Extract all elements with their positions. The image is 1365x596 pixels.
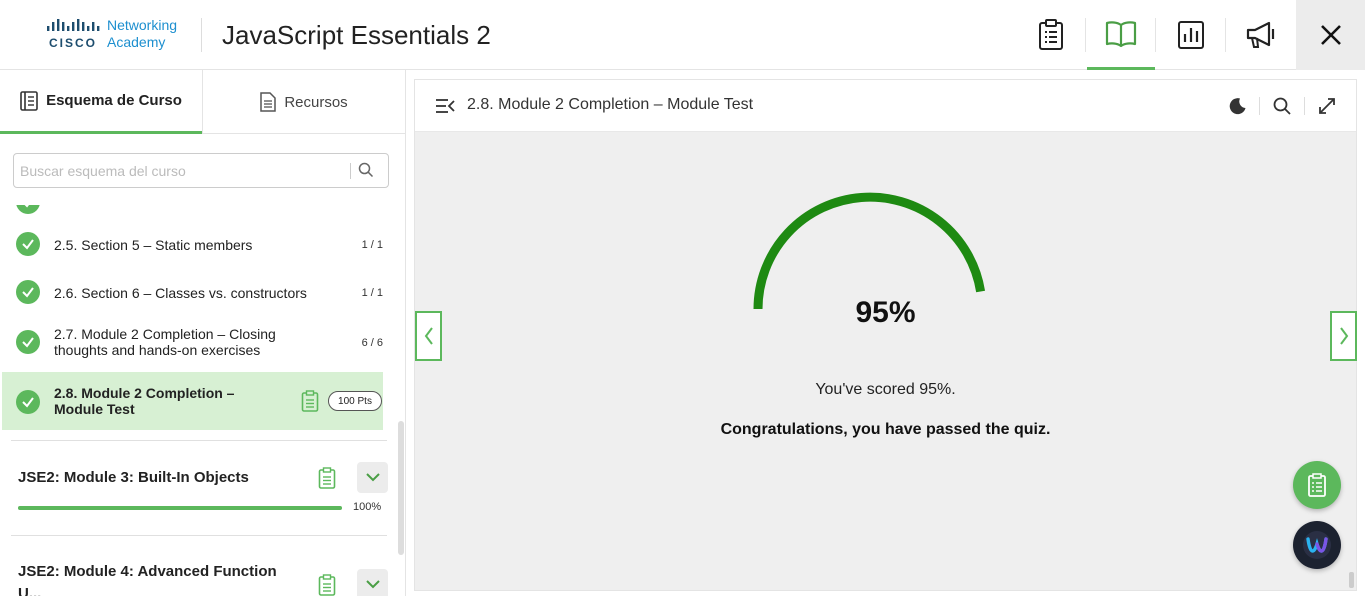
- previous-page-button[interactable]: [415, 311, 442, 361]
- toolbar-separator: [1304, 97, 1305, 115]
- tab-label: Esquema de Curso: [46, 92, 182, 109]
- pass-message: Congratulations, you have passed the qui…: [720, 421, 1051, 438]
- expand-module-button[interactable]: [357, 462, 388, 493]
- module-progress-bar: [18, 506, 342, 510]
- announcements-button[interactable]: [1227, 0, 1295, 70]
- outline-search: [13, 153, 389, 188]
- list-item[interactable]: 2.7. Module 2 Completion – Closing thoug…: [0, 316, 397, 368]
- content-panel: 2.8. Module 2 Completion – Module Test 9…: [414, 79, 1357, 591]
- content-toolbar: 2.8. Module 2 Completion – Module Test: [415, 80, 1356, 132]
- course-book-button[interactable]: [1087, 0, 1155, 70]
- score-message: You've scored 95%.: [815, 381, 956, 398]
- score-value: 95%: [855, 296, 916, 329]
- complete-check-icon: [16, 205, 40, 214]
- networking-academy-logo[interactable]: CISCO Networking Academy: [45, 17, 190, 53]
- clipboard-icon: [1039, 19, 1063, 50]
- course-sidebar: Esquema de Curso Recursos 2.5. Sectio: [0, 70, 406, 596]
- assignments-fab[interactable]: [1293, 461, 1341, 509]
- tab-label: Recursos: [284, 93, 348, 111]
- page-scrollbar[interactable]: [1349, 572, 1354, 588]
- search-input[interactable]: [20, 160, 340, 182]
- moon-icon[interactable]: [1229, 97, 1247, 115]
- item-label: 2.7. Module 2 Completion – Closing thoug…: [54, 326, 276, 358]
- item-label: 2.8. Module 2 Completion – Module Test: [54, 385, 234, 417]
- close-icon: [1320, 25, 1341, 45]
- logo-line2: Academy: [107, 34, 166, 50]
- bar-chart-icon: [1178, 21, 1204, 49]
- clipboard-icon: [1308, 473, 1326, 497]
- search-icon[interactable]: [358, 162, 374, 178]
- cisco-wordmark: CISCO: [49, 36, 98, 50]
- chevron-down-icon: [365, 580, 380, 589]
- module-title[interactable]: JSE2: Module 4: Advanced Function: [18, 563, 277, 580]
- quiz-clipboard-icon[interactable]: [318, 467, 336, 489]
- outline-icon: [20, 90, 38, 111]
- header-separator: [1085, 18, 1086, 52]
- megaphone-icon: [1246, 21, 1275, 48]
- chevron-right-icon: [1339, 327, 1348, 345]
- course-title: JavaScript Essentials 2: [222, 20, 491, 50]
- assignments-button[interactable]: [1017, 0, 1085, 70]
- module-title-continued: U...: [18, 585, 42, 596]
- assistant-logo-icon: [1303, 531, 1331, 559]
- item-label-line: 2.8. Module 2 Completion –: [54, 385, 235, 401]
- complete-check-icon: [16, 232, 40, 256]
- quiz-clipboard-icon: [301, 390, 319, 412]
- course-outline-list: 2.5. Section 5 – Static members 1 / 1 2.…: [0, 205, 397, 596]
- list-item[interactable]: 2.6. Section 6 – Classes vs. constructor…: [0, 268, 397, 316]
- cisco-bars-icon: [47, 19, 100, 31]
- module-progress-fill: [18, 506, 342, 510]
- chevron-left-icon: [424, 327, 433, 345]
- item-label-line: thoughts and hands-on exercises: [54, 342, 261, 358]
- tab-course-outline[interactable]: Esquema de Curso: [0, 70, 202, 134]
- header-divider: [201, 18, 202, 52]
- collapse-sidebar-icon[interactable]: [435, 98, 455, 114]
- item-progress-count: 1 / 1: [361, 287, 383, 299]
- expand-module-button[interactable]: [357, 569, 388, 596]
- page-title: 2.8. Module 2 Completion – Module Test: [467, 96, 754, 113]
- document-icon: [260, 92, 277, 112]
- sidebar-scrollbar[interactable]: [398, 421, 404, 555]
- item-progress-count: 6 / 6: [361, 337, 383, 349]
- search-icon[interactable]: [1273, 97, 1291, 115]
- list-item-current[interactable]: 2.8. Module 2 Completion – Module Test 1…: [2, 372, 383, 430]
- complete-check-icon: [16, 280, 40, 304]
- book-icon: [1105, 20, 1137, 47]
- logo-text: Networking Academy: [107, 17, 177, 51]
- header-separator: [1155, 18, 1156, 52]
- tab-resources[interactable]: Recursos: [203, 70, 405, 134]
- chevron-down-icon: [365, 473, 380, 482]
- complete-check-icon: [16, 330, 40, 354]
- points-badge: 100 Pts: [328, 391, 382, 411]
- search-separator: [350, 163, 351, 179]
- sidebar-tabs: Esquema de Curso Recursos: [0, 70, 405, 134]
- module-title[interactable]: JSE2: Module 3: Built-In Objects: [18, 469, 249, 486]
- close-course-button[interactable]: [1296, 0, 1365, 70]
- quiz-clipboard-icon[interactable]: [318, 574, 336, 596]
- divider: [11, 440, 387, 441]
- logo-line1: Networking: [107, 17, 178, 33]
- item-label-line: 2.7. Module 2 Completion – Closing: [54, 326, 276, 342]
- item-label: 2.5. Section 5 – Static members: [54, 237, 253, 253]
- toolbar-separator: [1259, 97, 1260, 115]
- item-progress-count: 1 / 1: [361, 239, 383, 251]
- header-separator: [1225, 18, 1226, 52]
- list-item[interactable]: 2.5. Section 5 – Static members 1 / 1: [0, 220, 397, 268]
- item-label-line: Module Test: [54, 401, 135, 417]
- expand-fullscreen-icon[interactable]: [1318, 97, 1336, 115]
- next-page-button[interactable]: [1330, 311, 1357, 361]
- item-label: 2.6. Section 6 – Classes vs. constructor…: [54, 285, 307, 301]
- grades-button[interactable]: [1157, 0, 1225, 70]
- module-progress-label: 100%: [353, 501, 382, 513]
- assistant-fab[interactable]: [1293, 521, 1341, 569]
- complete-check-icon: [16, 390, 40, 414]
- score-gauge-arc: [753, 192, 986, 310]
- divider: [11, 535, 387, 536]
- app-header: CISCO Networking Academy JavaScript Esse…: [0, 0, 1365, 70]
